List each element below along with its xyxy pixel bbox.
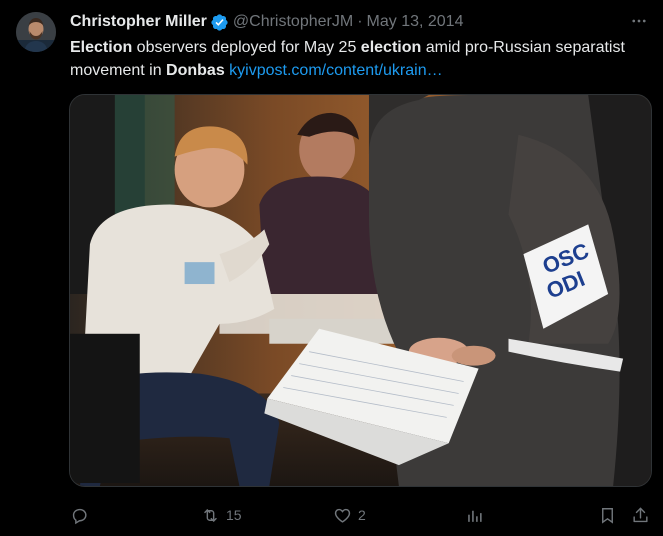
retweet-button[interactable]: 15	[201, 503, 242, 527]
more-options-icon[interactable]	[627, 10, 651, 32]
reply-button[interactable]	[70, 503, 89, 527]
verified-badge-icon	[210, 13, 229, 32]
text-bold-5: Donbas	[166, 62, 225, 79]
tweet[interactable]: Christopher Miller @ChristopherJM · May …	[0, 0, 663, 536]
tweet-photo[interactable]: OSC ODI	[69, 94, 652, 487]
tweet-date[interactable]: May 13, 2014	[367, 13, 464, 31]
text-bold-1: Election	[70, 39, 133, 56]
separator-dot: ·	[357, 13, 363, 30]
views-button[interactable]	[465, 503, 484, 527]
like-button[interactable]: 2	[333, 503, 366, 527]
like-count: 2	[358, 507, 366, 523]
reply-icon	[70, 506, 89, 525]
bookmark-button[interactable]	[598, 503, 617, 527]
views-icon	[465, 506, 484, 525]
retweet-count: 15	[226, 507, 242, 523]
author-name[interactable]: Christopher Miller	[70, 13, 207, 31]
share-icon	[631, 506, 650, 525]
share-button[interactable]	[631, 503, 650, 527]
tweet-text: Election observers deployed for May 25 e…	[70, 36, 640, 82]
tweet-header: Christopher Miller @ChristopherJM · May …	[70, 11, 463, 33]
text-segment-2: observers deployed for May 25	[132, 39, 361, 56]
author-handle[interactable]: @ChristopherJM	[233, 13, 353, 31]
bookmark-icon	[598, 506, 617, 525]
text-bold-3: election	[360, 39, 422, 56]
avatar[interactable]	[16, 12, 56, 52]
action-bar: 15 2	[70, 503, 653, 527]
heart-icon	[333, 506, 352, 525]
tweet-link[interactable]: kyivpost.com/content/ukrain…	[229, 62, 442, 79]
retweet-icon	[201, 506, 220, 525]
